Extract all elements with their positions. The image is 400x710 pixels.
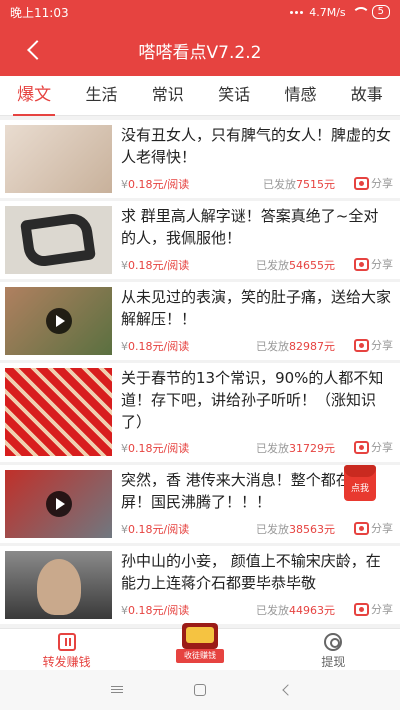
article-paid-out: 已发放54655元 [256,259,335,272]
share-button[interactable]: 分享 [354,337,393,353]
article-meta: ¥0.18元/阅读 已发放44963元 分享 [121,602,393,618]
wifi-icon [351,7,370,17]
article-headline: 从未见过的表演，笑的肚子痛，送给大家解解压！！ [121,288,392,328]
article-meta: ¥0.18元/阅读 已发放7515元 分享 [121,176,393,192]
share-icon [354,521,369,535]
article-price: ¥0.18元/阅读 [121,523,190,536]
back-icon[interactable] [22,38,46,62]
article-meta: ¥0.18元/阅读 已发放38563元 分享 [121,521,393,537]
article-thumbnail [5,125,112,193]
share-button[interactable]: 分享 [354,175,393,191]
article-paid-out: 已发放38563元 [256,523,335,536]
red-packet-label: 点我 [350,484,369,494]
article-paid-out: 已发放82987元 [256,340,335,353]
collect-badge-icon: 收徒赚钱 [175,621,224,667]
status-bar: 晚上11:03 4.7M/s 5 [0,0,400,24]
nav-recruit-earn[interactable]: 收徒赚钱 [133,623,266,670]
tab-stories[interactable]: 故事 [347,76,387,116]
article-thumbnail [5,287,112,355]
article-meta: ¥0.18元/阅读 已发放31729元 分享 [121,440,393,456]
nav-label: 转发赚钱 [42,655,91,669]
share-button[interactable]: 分享 [354,520,393,536]
article-meta: ¥0.18元/阅读 已发放54655元 分享 [121,257,393,273]
bottom-nav: 转发赚钱 收徒赚钱 提现 [0,623,400,670]
category-tabs: 爆文 生活 常识 笑话 情感 故事 [0,76,400,116]
network-speed: 4.7M/s [309,5,346,19]
article-paid-out: 已发放31729元 [256,442,335,455]
article-headline: 没有丑女人，只有脾气的女人！脾虚的女人老得快！ [121,126,392,166]
red-packet-button[interactable]: 点我 [340,461,380,505]
article-card[interactable]: 从未见过的表演，笑的肚子痛，送给大家解解压！！ ¥0.18元/阅读 已发放829… [0,282,400,360]
more-dots-icon [290,10,304,14]
share-icon [354,257,369,271]
share-icon [354,440,369,454]
article-card[interactable]: 求 群里高人解字谜！答案真绝了~全对的人，我佩服他！ ¥0.18元/阅读 已发放… [0,201,400,279]
title-bar: 嗒嗒看点V7.2.2 [0,24,400,76]
collect-badge-label: 收徒赚钱 [175,649,224,663]
system-nav-bar [0,670,400,710]
article-paid-out: 已发放7515元 [263,178,335,191]
article-meta: ¥0.18元/阅读 已发放82987元 分享 [121,338,393,354]
share-icon [354,338,369,352]
article-price: ¥0.18元/阅读 [121,340,190,353]
article-thumbnail [5,368,112,456]
status-right: 4.7M/s 5 [290,5,390,19]
nav-label: 提现 [321,655,346,669]
tab-life[interactable]: 生活 [81,76,121,116]
article-thumbnail [5,551,112,619]
treasure-box-icon [181,623,218,649]
tab-knowledge[interactable]: 常识 [148,76,188,116]
article-card[interactable]: 关于春节的13个常识，90%的人都不知道！存下吧，讲给孙子听听！（涨知识了） ¥… [0,363,400,462]
status-time: 晚上11:03 [10,5,69,20]
article-card[interactable]: 没有丑女人，只有脾气的女人！脾虚的女人老得快！ ¥0.18元/阅读 已发放751… [0,120,400,198]
page-title: 嗒嗒看点V7.2.2 [138,42,262,63]
share-icon [354,176,369,190]
share-button[interactable]: 分享 [354,439,393,455]
share-icon [354,602,369,616]
article-price: ¥0.18元/阅读 [121,442,190,455]
article-price: ¥0.18元/阅读 [121,259,190,272]
article-paid-out: 已发放44963元 [256,604,335,617]
article-price: ¥0.18元/阅读 [121,604,190,617]
withdraw-icon [324,633,343,651]
battery-icon: 5 [371,5,390,19]
forward-icon [57,633,76,651]
tab-jokes[interactable]: 笑话 [214,76,254,116]
play-icon [46,308,72,334]
share-button[interactable]: 分享 [354,256,393,272]
home-icon[interactable] [192,682,208,698]
article-thumbnail [5,206,112,274]
article-headline: 孙中山的小妾， 颜值上不输宋庆龄，在能力上连蒋介石都要毕恭毕敬 [121,552,381,592]
nav-forward-earn[interactable]: 转发赚钱 [0,629,133,670]
article-price: ¥0.18元/阅读 [121,178,190,191]
article-headline: 关于春节的13个常识，90%的人都不知道！存下吧，讲给孙子听听！（涨知识了） [121,369,384,431]
article-card[interactable]: 孙中山的小妾， 颜值上不输宋庆龄，在能力上连蒋介石都要毕恭毕敬 ¥0.18元/阅… [0,546,400,624]
menu-icon[interactable] [110,682,126,698]
share-button[interactable]: 分享 [354,601,393,617]
article-feed: 没有丑女人，只有脾气的女人！脾虚的女人老得快！ ¥0.18元/阅读 已发放751… [0,120,400,628]
system-back-icon[interactable] [280,682,296,698]
article-headline: 求 群里高人解字谜！答案真绝了~全对的人，我佩服他！ [121,207,379,247]
tab-emotion[interactable]: 情感 [280,76,320,116]
nav-withdraw[interactable]: 提现 [267,629,400,670]
tab-hot[interactable]: 爆文 [13,76,56,116]
article-thumbnail [5,470,112,538]
play-icon [46,491,72,517]
